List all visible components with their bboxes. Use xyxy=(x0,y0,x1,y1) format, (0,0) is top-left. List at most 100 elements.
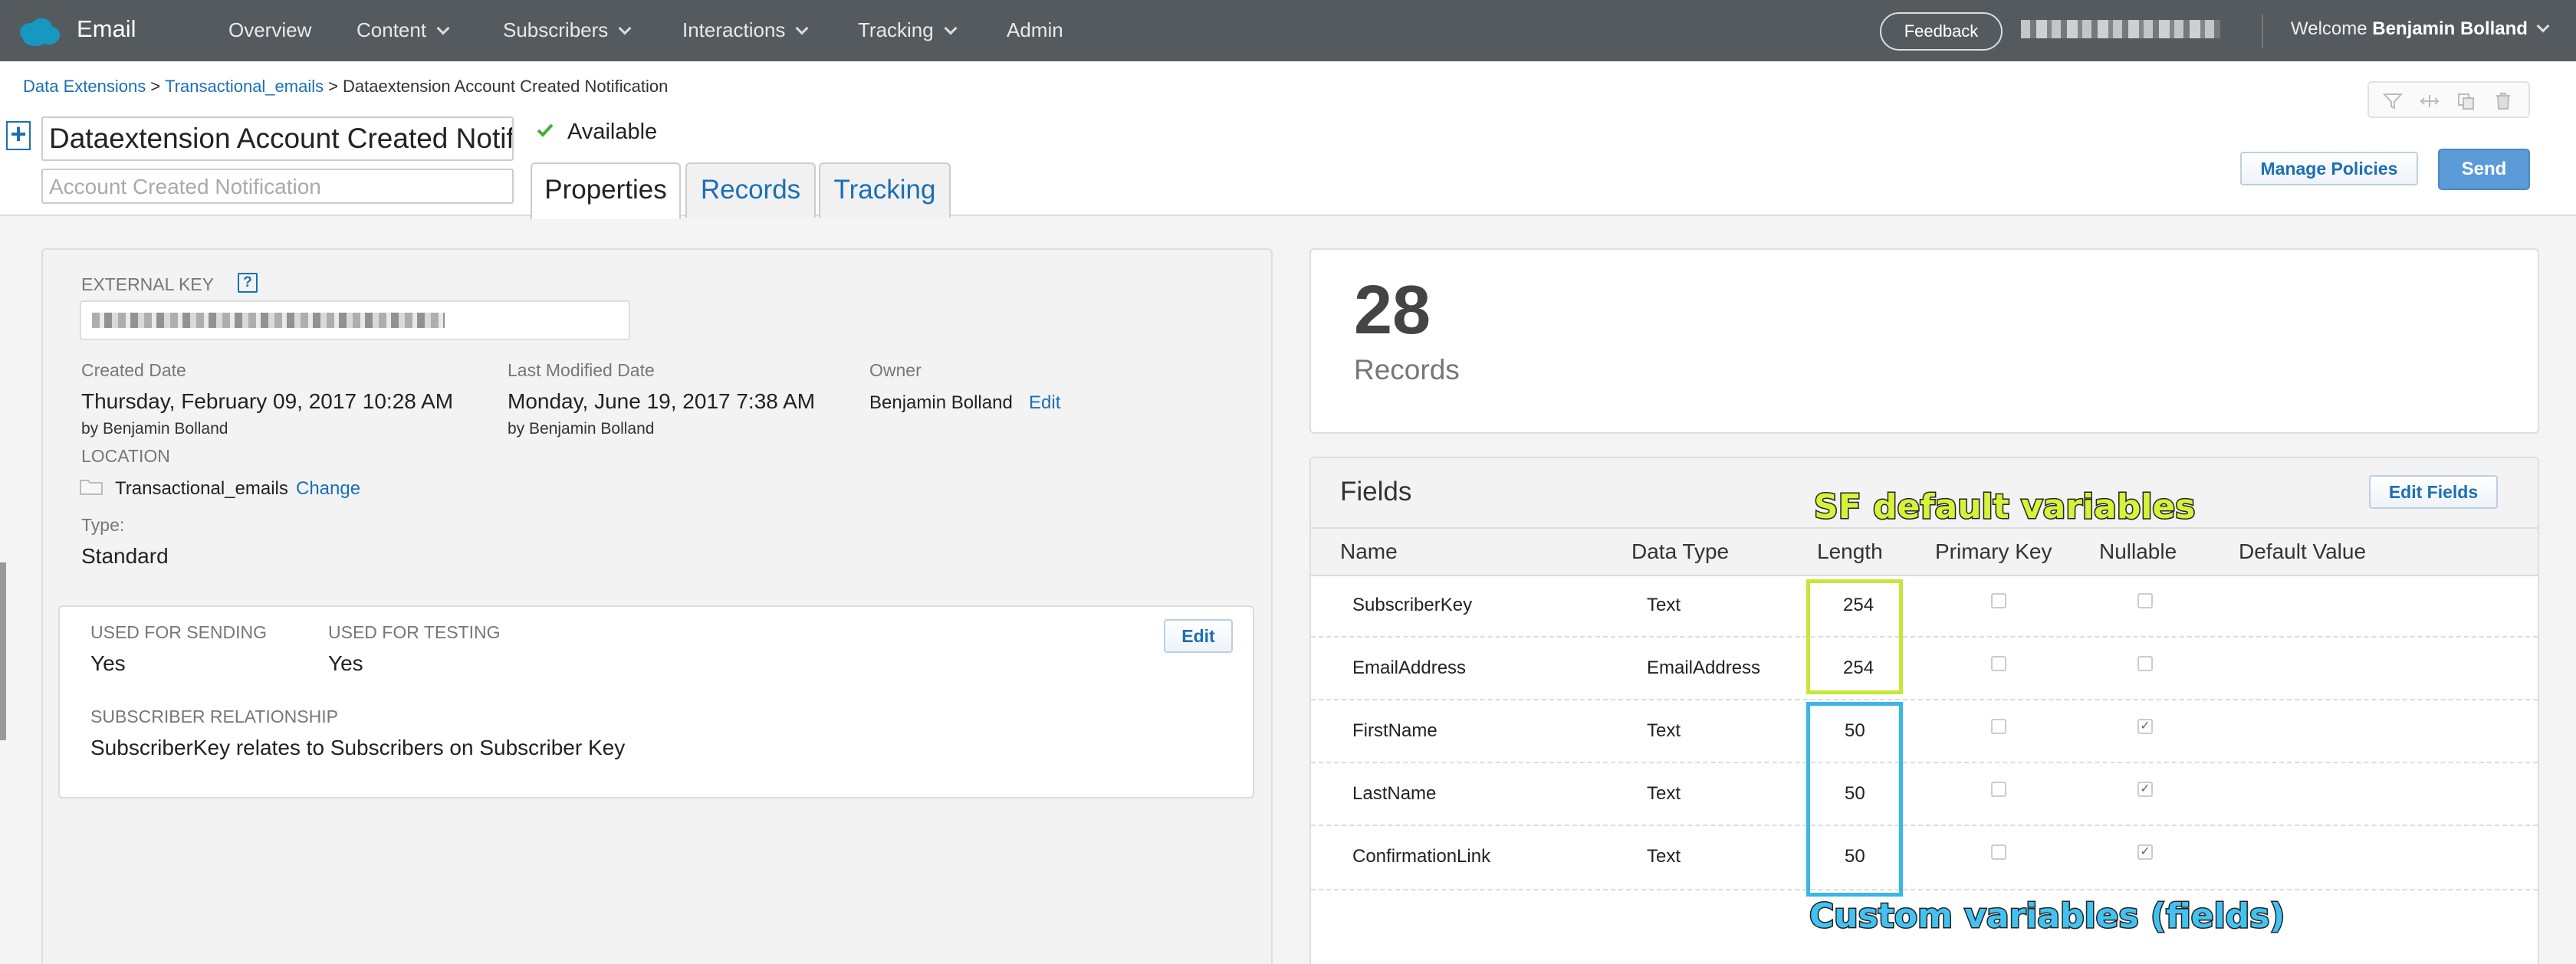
subscriber-relationship-label: SUBSCRIBER RELATIONSHIP xyxy=(90,707,338,726)
row-divider xyxy=(1311,889,2538,890)
field-type: Text xyxy=(1647,595,1681,615)
send-button[interactable]: Send xyxy=(2438,149,2530,190)
record-count-label: Records xyxy=(1354,354,1460,385)
edit-fields-button[interactable]: Edit Fields xyxy=(2369,475,2498,509)
move-icon[interactable] xyxy=(2420,92,2440,110)
field-type: Text xyxy=(1647,846,1681,867)
chevron-down-icon xyxy=(618,21,632,35)
chevron-down-icon xyxy=(436,21,450,35)
modified-date-label: Last Modified Date xyxy=(508,360,655,380)
chevron-down-icon xyxy=(2536,19,2550,33)
breadcrumb: Data Extensions > Transactional_emails > Dat… xyxy=(23,77,668,97)
divider xyxy=(2262,14,2263,48)
nav-overview[interactable]: Overview xyxy=(228,18,311,42)
chevron-down-icon xyxy=(795,21,809,35)
column-default-value[interactable]: Default Value xyxy=(2239,539,2366,564)
primary-key-checkbox[interactable] xyxy=(1991,656,2006,671)
modified-date-value: Monday, June 19, 2017 7:38 AM xyxy=(508,389,816,413)
help-icon[interactable]: ? xyxy=(238,273,258,293)
column-primary-key[interactable]: Primary Key xyxy=(1935,539,2052,564)
edit-sending-button[interactable]: Edit xyxy=(1164,619,1233,653)
row-divider xyxy=(1311,699,2538,700)
feedback-button[interactable]: Feedback xyxy=(1880,12,2003,51)
breadcrumb-data-extensions[interactable]: Data Extensions xyxy=(23,77,146,96)
tab-records[interactable]: Records xyxy=(685,162,816,218)
owner-value: Benjamin Bolland xyxy=(869,392,1013,413)
description-field[interactable]: Account Created Notification xyxy=(41,169,514,204)
created-date-label: Created Date xyxy=(81,360,186,380)
field-type: Text xyxy=(1647,720,1681,741)
type-label: Type: xyxy=(81,515,125,535)
field-name: LastName xyxy=(1352,783,1437,804)
column-length[interactable]: Length xyxy=(1817,539,1883,564)
nullable-checkbox[interactable] xyxy=(2137,656,2153,671)
records-panel xyxy=(1309,248,2539,434)
primary-key-checkbox[interactable] xyxy=(1991,719,2006,734)
record-count: 28 xyxy=(1354,272,1431,349)
external-key-value-blurred xyxy=(92,313,445,328)
name-field[interactable]: Dataextension Account Created Notificati… xyxy=(41,116,514,161)
tab-properties[interactable]: Properties xyxy=(531,162,681,219)
custom-fields-highlight-box xyxy=(1806,702,1903,897)
add-button[interactable]: + xyxy=(6,120,31,150)
copy-icon[interactable] xyxy=(2456,92,2476,110)
manage-policies-button[interactable]: Manage Policies xyxy=(2240,152,2418,185)
nullable-checkbox[interactable]: ✓ xyxy=(2137,782,2153,797)
nav-subscribers[interactable]: Subscribers xyxy=(503,18,632,42)
breadcrumb-separator: > xyxy=(328,77,338,96)
user-menu[interactable]: Welcome Benjamin Bolland xyxy=(2291,18,2550,40)
row-divider xyxy=(1311,825,2538,826)
location-value: Transactional_emails xyxy=(115,478,288,499)
tab-tracking[interactable]: Tracking xyxy=(819,162,951,218)
external-key-label: EXTERNAL KEY xyxy=(81,274,214,294)
filter-icon[interactable] xyxy=(2383,92,2403,110)
field-name: EmailAddress xyxy=(1352,657,1467,678)
location-change-link[interactable]: Change xyxy=(296,478,360,500)
field-name: ConfirmationLink xyxy=(1352,846,1491,867)
user-name: Benjamin Bolland xyxy=(2372,18,2528,39)
primary-key-checkbox[interactable] xyxy=(1991,593,2006,608)
nullable-checkbox[interactable]: ✓ xyxy=(2137,719,2153,734)
field-name: FirstName xyxy=(1352,720,1438,741)
sf-default-highlight-box xyxy=(1806,579,1903,694)
modified-by: by Benjamin Bolland xyxy=(508,420,655,438)
custom-variables-annotation: Custom variables (fields) xyxy=(1808,896,2285,937)
salesforce-cloud-icon[interactable] xyxy=(15,17,63,48)
owner-edit-link[interactable]: Edit xyxy=(1029,392,1060,414)
app-name[interactable]: Email xyxy=(77,15,136,43)
status-label: Available xyxy=(567,120,658,144)
location-label: LOCATION xyxy=(81,446,170,466)
chevron-down-icon xyxy=(944,21,958,35)
used-for-testing-label: USED FOR TESTING xyxy=(328,622,501,642)
primary-key-checkbox[interactable] xyxy=(1991,782,2006,797)
nav-content-label: Content xyxy=(356,18,427,41)
nullable-checkbox[interactable]: ✓ xyxy=(2137,844,2153,860)
owner-label: Owner xyxy=(869,360,922,380)
trash-icon[interactable] xyxy=(2493,92,2513,110)
nav-content[interactable]: Content xyxy=(356,18,450,42)
nav-subscribers-label: Subscribers xyxy=(503,18,609,41)
nav-interactions[interactable]: Interactions xyxy=(682,18,809,42)
breadcrumb-current: Dataextension Account Created Notificati… xyxy=(342,77,669,96)
nullable-checkbox[interactable] xyxy=(2137,593,2153,608)
primary-key-checkbox[interactable] xyxy=(1991,844,2006,860)
column-data-type[interactable]: Data Type xyxy=(1631,539,1729,564)
nav-admin[interactable]: Admin xyxy=(1007,18,1063,42)
welcome-prefix: Welcome xyxy=(2291,18,2367,39)
side-drawer-handle[interactable] xyxy=(0,562,6,740)
column-name[interactable]: Name xyxy=(1340,539,1398,564)
breadcrumb-transactional-emails[interactable]: Transactional_emails xyxy=(165,77,324,96)
account-switcher-blurred[interactable] xyxy=(2021,20,2220,38)
column-nullable[interactable]: Nullable xyxy=(2099,539,2177,564)
nav-tracking-label: Tracking xyxy=(858,18,934,41)
nav-tracking[interactable]: Tracking xyxy=(858,18,958,42)
action-toolbar xyxy=(2367,81,2530,118)
created-date-value: Thursday, February 09, 2017 10:28 AM xyxy=(81,389,454,413)
used-for-sending-value: Yes xyxy=(90,651,126,675)
nav-interactions-label: Interactions xyxy=(682,18,786,41)
folder-icon xyxy=(80,480,103,495)
used-for-testing-value: Yes xyxy=(328,651,363,675)
subscriber-relationship-value: SubscriberKey relates to Subscribers on … xyxy=(90,736,626,759)
used-for-sending-label: USED FOR SENDING xyxy=(90,622,268,642)
row-divider xyxy=(1311,636,2538,638)
